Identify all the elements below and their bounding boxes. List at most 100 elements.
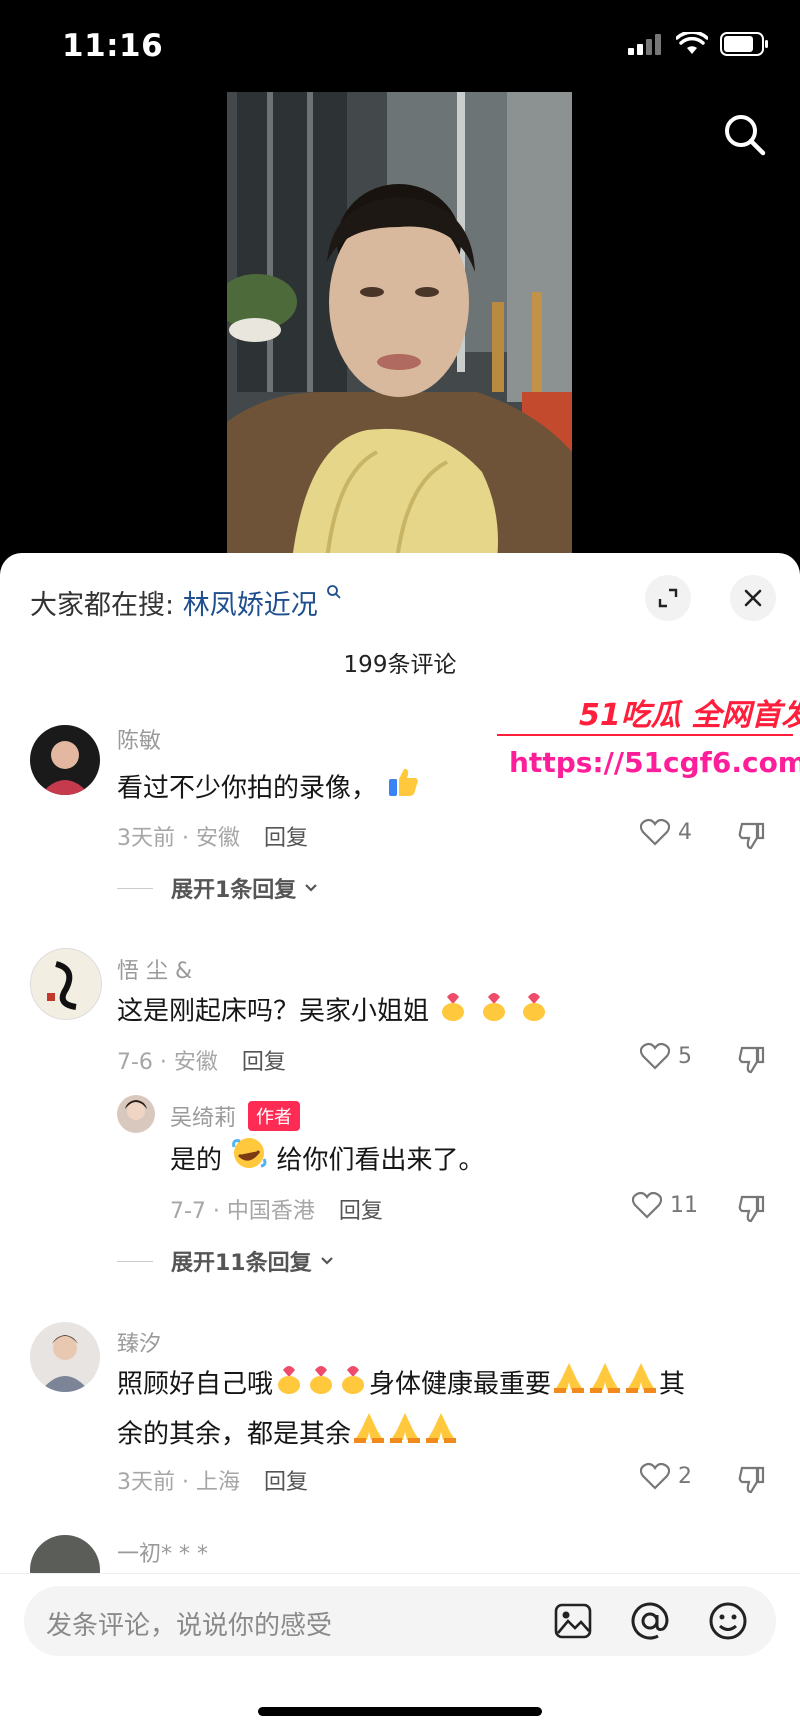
like-count: 5 <box>678 1043 692 1069</box>
comment-input-placeholder: 发条评论，说说你的感受 <box>46 1611 333 1641</box>
trending-prefix: 大家都在搜: <box>30 590 175 621</box>
dislike-button[interactable] <box>737 820 767 854</box>
comment-count: 199条评论 <box>343 652 457 678</box>
praying-hands-emoji-icon <box>551 1360 587 1410</box>
divider <box>117 887 153 889</box>
author-badge: 作者 <box>248 1101 301 1131</box>
dislike-button[interactable] <box>737 1193 767 1227</box>
heart-icon <box>640 818 670 846</box>
reply-username[interactable]: 吴绮莉 <box>170 1106 236 1131</box>
wifi-icon <box>676 32 708 54</box>
praying-hands-emoji-icon <box>351 1410 387 1460</box>
comment-meta: 7-7 · 中国香港 回复 <box>170 1193 383 1225</box>
finger-heart-emoji-icon <box>337 1360 369 1410</box>
like-count: 11 <box>670 1192 698 1218</box>
trending-search-row[interactable]: 大家都在搜: 林凤娇近况 <box>30 583 342 622</box>
comment-meta: 3天前 · 上海 回复 <box>117 1464 308 1496</box>
finger-heart-emoji-icon <box>273 1360 305 1410</box>
thumbs-down-icon <box>738 1466 765 1494</box>
chevron-down-icon <box>305 884 318 892</box>
expand-replies-button[interactable]: 展开1条回复 <box>117 872 320 904</box>
close-icon <box>744 589 762 607</box>
comment-username[interactable]: 陈敏 <box>117 723 161 755</box>
praying-hands-emoji-icon <box>623 1360 659 1410</box>
thumbs-down-icon <box>738 822 765 850</box>
like-count: 4 <box>678 819 692 845</box>
finger-heart-emoji-icon <box>478 987 510 1037</box>
finger-heart-emoji-icon <box>437 987 469 1037</box>
comment-text-content: 余的其余，都是其余 <box>117 1419 352 1450</box>
mention-icon[interactable] <box>630 1601 670 1641</box>
trending-search-link[interactable]: 林凤娇近况 <box>183 590 318 621</box>
watermark-brand: 51吃瓜 全网首发 <box>579 698 800 733</box>
like-button[interactable]: 2 <box>640 1462 692 1490</box>
expand-icon <box>658 588 678 608</box>
divider <box>497 734 793 736</box>
comment-text-content: 是的 <box>170 1145 223 1176</box>
video-frame[interactable] <box>227 92 572 560</box>
video-thumbnail-image <box>227 92 572 560</box>
search-small-icon <box>327 585 341 599</box>
like-button[interactable]: 4 <box>640 818 692 846</box>
chevron-down-icon <box>320 1257 333 1265</box>
heart-icon <box>640 1042 670 1070</box>
reply-button[interactable]: 回复 <box>264 826 308 851</box>
watermark: 51吃瓜 全网首发 https://51cgf6.com <box>497 690 800 800</box>
dislike-button[interactable] <box>737 1044 767 1078</box>
comment-username[interactable]: 悟 尘 & <box>117 953 192 985</box>
comment-text: 看过不少你拍的录像， <box>117 763 421 815</box>
avatar[interactable] <box>30 1322 100 1392</box>
comment-meta: 7-6 · 安徽 回复 <box>117 1044 286 1076</box>
reply-button[interactable]: 回复 <box>264 1470 308 1495</box>
finger-heart-emoji-icon <box>305 1360 337 1410</box>
comment-time-location: 7-7 · 中国香港 <box>170 1199 315 1224</box>
cellular-signal-icon <box>628 34 661 55</box>
comment-username: 吴绮莉 作者 <box>170 1100 301 1132</box>
dislike-button[interactable] <box>737 1464 767 1498</box>
comment-text-content: 照顾好自己哦 <box>117 1369 274 1400</box>
expand-sheet-button[interactable] <box>645 575 691 621</box>
video-player[interactable] <box>0 90 800 560</box>
comment-username[interactable]: 一初* * * <box>117 1536 208 1568</box>
like-button[interactable]: 5 <box>640 1042 692 1070</box>
status-icons <box>628 32 770 56</box>
reply-button[interactable]: 回复 <box>339 1199 383 1224</box>
comment-meta: 3天前 · 安徽 回复 <box>117 820 308 852</box>
reply-button[interactable]: 回复 <box>242 1050 286 1075</box>
expand-replies-label: 展开11条回复 <box>171 1251 312 1276</box>
search-icon <box>725 115 766 156</box>
comment-time-location: 3天前 · 上海 <box>117 1470 240 1495</box>
praying-hands-emoji-icon <box>587 1360 623 1410</box>
emoji-icon[interactable] <box>708 1601 748 1641</box>
image-icon[interactable] <box>554 1603 592 1639</box>
home-indicator[interactable] <box>258 1707 542 1716</box>
divider <box>117 1260 153 1262</box>
comment-time-location: 3天前 · 安徽 <box>117 826 240 851</box>
comment-text-content: 其 <box>659 1369 686 1400</box>
comment-text-content: 这是刚起床吗？吴家小姐姐 <box>117 996 430 1027</box>
comment-username[interactable]: 臻汐 <box>117 1326 161 1358</box>
praying-hands-emoji-icon <box>423 1410 459 1460</box>
search-button[interactable] <box>720 110 770 160</box>
comment-text-content: 给你们看出来了。 <box>276 1145 485 1176</box>
comment-text: 照顾好自己哦 身体健康最重要 其余的其余，都是其余 <box>117 1360 777 1460</box>
comment-text: 是的 给你们看出来了。 <box>170 1135 485 1187</box>
close-button[interactable] <box>730 575 776 621</box>
like-button[interactable]: 11 <box>632 1191 698 1219</box>
praying-hands-emoji-icon <box>387 1410 423 1460</box>
comment-text-content: 身体健康最重要 <box>369 1369 552 1400</box>
watermark-url: https://51cgf6.com <box>509 746 800 779</box>
expand-replies-button[interactable]: 展开11条回复 <box>117 1245 336 1277</box>
expand-replies-label: 展开1条回复 <box>171 878 297 903</box>
like-count: 2 <box>678 1463 692 1489</box>
comment-time-location: 7-6 · 安徽 <box>117 1050 218 1075</box>
avatar[interactable] <box>30 948 102 1020</box>
thumbs-down-icon <box>738 1195 765 1223</box>
thumbs-up-emoji-icon <box>385 763 421 815</box>
comment-text: 这是刚起床吗？吴家小姐姐 <box>117 987 550 1037</box>
avatar[interactable] <box>117 1095 155 1133</box>
comment-input[interactable]: 发条评论，说说你的感受 <box>24 1586 776 1656</box>
status-bar: 11:16 <box>0 0 800 90</box>
avatar[interactable] <box>30 725 100 795</box>
heart-icon <box>640 1462 670 1490</box>
